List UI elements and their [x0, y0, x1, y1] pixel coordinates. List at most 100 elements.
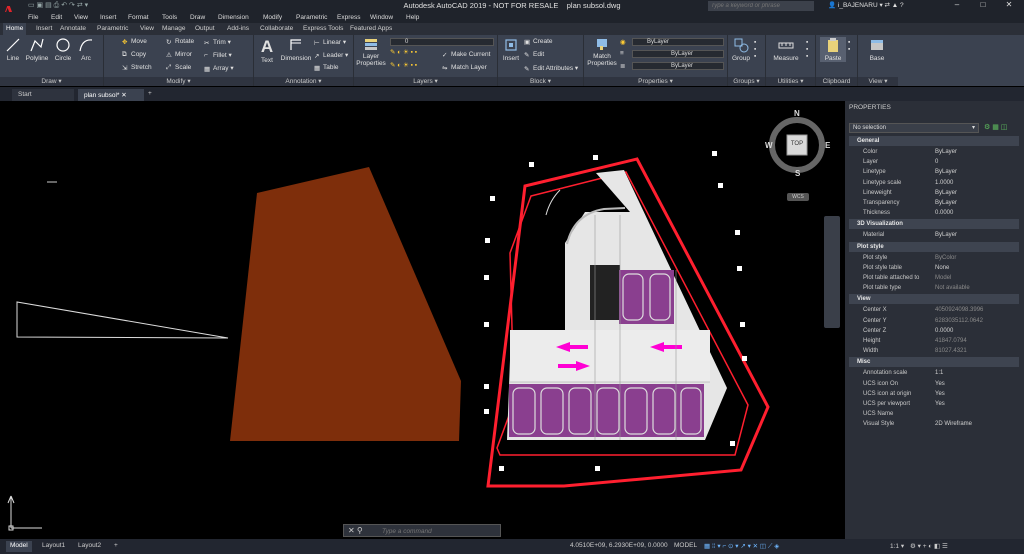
minimize-icon[interactable]: – [944, 0, 970, 12]
tab-featured-apps[interactable]: Featured Apps [350, 25, 392, 32]
property-row[interactable]: Material ByLayer [849, 230, 1019, 240]
tab-add-ins[interactable]: Add-ins [227, 25, 249, 32]
stretch-button[interactable]: ⇲ Stretch [122, 64, 152, 72]
clipboard-icons[interactable]: ▪ ▪ [848, 39, 850, 53]
menu-modify[interactable]: Modify [263, 14, 282, 21]
property-row[interactable]: Height 41847.0794 [849, 336, 1019, 346]
menu-view[interactable]: View [74, 14, 88, 21]
color-dropdown[interactable]: ByLayer [632, 38, 724, 46]
match-properties-button[interactable]: Match Properties [586, 37, 618, 67]
line-button[interactable]: Line [2, 37, 24, 62]
create-block-button[interactable]: ▣ Create [524, 38, 553, 46]
menu-dimension[interactable]: Dimension [218, 14, 249, 21]
tab-model[interactable]: Model [6, 541, 32, 552]
property-row[interactable]: Plot style table None [849, 263, 1019, 273]
property-row[interactable]: Transparency ByLayer [849, 198, 1019, 208]
property-row[interactable]: Width 81027.4321 [849, 346, 1019, 356]
tab-layout1[interactable]: Layout1 [38, 541, 69, 552]
layer-properties-button[interactable]: Layer Properties [356, 37, 386, 67]
viewcube-south[interactable]: S [795, 169, 800, 178]
wcs-menu[interactable]: WCS [787, 193, 809, 201]
property-row[interactable]: Center Z 0.0000 [849, 326, 1019, 336]
property-row[interactable]: Layer 0 [849, 157, 1019, 167]
tab-layout2[interactable]: Layout2 [74, 541, 105, 552]
quick-access-toolbar[interactable]: ▭ ▣ ▤ ⎙ ↶ ↷ ⇄ ▾ [28, 1, 88, 10]
tab-insert[interactable]: Insert [36, 25, 52, 32]
viewcube[interactable]: TOP N S E W [765, 109, 830, 178]
view-panel-title[interactable]: View ▾ [858, 77, 898, 86]
property-row[interactable]: Linetype scale 1.0000 [849, 178, 1019, 188]
paste-button[interactable]: Paste [820, 37, 846, 62]
viewcube-east[interactable]: E [825, 141, 830, 150]
property-row[interactable]: Lineweight ByLayer [849, 188, 1019, 198]
group-button[interactable]: Group [730, 37, 752, 62]
make-current-button[interactable]: ✓ Make Current [442, 51, 490, 59]
properties-panel-title[interactable]: Properties ▾ [584, 77, 727, 86]
drawing-canvas[interactable]: TOP N S E W WCS [0, 101, 845, 539]
model-space-button[interactable]: MODEL [670, 541, 701, 552]
menu-express[interactable]: Express [337, 14, 360, 21]
lineweight-dropdown[interactable]: ByLayer [632, 62, 724, 70]
menu-format[interactable]: Format [128, 14, 149, 21]
dimension-button[interactable]: Dimension [280, 37, 312, 62]
property-row[interactable]: Linetype ByLayer [849, 167, 1019, 177]
groups-panel-title[interactable]: Groups ▾ [728, 77, 765, 86]
menu-insert[interactable]: Insert [100, 14, 116, 21]
layer-tool-icons[interactable]: ✎ ◐ ☀ ▪ ▪ [390, 48, 417, 56]
polyline-button[interactable]: Polyline [24, 37, 50, 62]
section-general[interactable]: General [849, 136, 1019, 146]
annotation-panel-title[interactable]: Annotation ▾ [254, 77, 353, 86]
maximize-icon[interactable]: □ [970, 0, 996, 12]
property-row[interactable]: Plot table type Not available [849, 283, 1019, 293]
property-row[interactable]: Plot table attached to Model [849, 273, 1019, 283]
user-account[interactable]: 👤 i_BAJENARU ▾ ⇄ ▲ ? [828, 1, 904, 9]
scale-button[interactable]: ⤢ Scale [166, 64, 191, 71]
property-row[interactable]: Plot style ByColor [849, 253, 1019, 263]
property-row[interactable]: Color ByLayer [849, 147, 1019, 157]
close-tab-icon[interactable]: ✕ [121, 92, 126, 99]
menu-window[interactable]: Window [370, 14, 393, 21]
close-icon[interactable]: ✕ [996, 0, 1022, 12]
navigation-bar[interactable] [824, 216, 840, 328]
trim-button[interactable]: ✂ Trim ▾ [204, 38, 231, 47]
tab-view[interactable]: View [140, 25, 154, 32]
tab-collaborate[interactable]: Collaborate [260, 25, 293, 32]
menu-file[interactable]: File [28, 14, 38, 21]
tab-start[interactable]: Start [12, 89, 74, 101]
match-layer-button[interactable]: ⇋ Match Layer [442, 64, 487, 72]
menu-tools[interactable]: Tools [162, 14, 177, 21]
edit-attributes-button[interactable]: ✎ Edit Attributes ▾ [524, 64, 578, 73]
quick-select-icons[interactable]: ⚙ ▦ ◫ [984, 123, 1007, 131]
modify-panel-title[interactable]: Modify ▾ [104, 77, 253, 86]
viewcube-west[interactable]: W [765, 141, 773, 150]
add-layout-button[interactable]: + [110, 541, 122, 552]
close-command-icon[interactable]: ✕ ⚲ [348, 526, 363, 535]
viewcube-top[interactable]: TOP [789, 141, 805, 147]
property-row[interactable]: UCS icon at origin Yes [849, 389, 1019, 399]
drafting-toggles[interactable]: ▦ ⁞⁞ ▾ ⌐ ⊙ ▾ ↗ ▾ ✕ ◫ ⟋ ◈ [700, 541, 783, 552]
leader-button[interactable]: ↗ Leader ▾ [314, 51, 348, 60]
move-button[interactable]: ✥ Move [122, 38, 147, 46]
fillet-button[interactable]: ⌐ Fillet ▾ [204, 51, 232, 59]
menu-draw[interactable]: Draw [190, 14, 205, 21]
array-button[interactable]: ▦ Array ▾ [204, 64, 234, 73]
section-view[interactable]: View [849, 294, 1019, 305]
property-row[interactable]: Center X 4050924098.3996 [849, 305, 1019, 315]
tab-express-tools[interactable]: Express Tools [303, 25, 343, 32]
draw-panel-title[interactable]: Draw ▾ [0, 77, 103, 86]
viewcube-north[interactable]: N [794, 109, 800, 118]
new-tab-button[interactable]: + [146, 89, 158, 101]
menu-parametric[interactable]: Parametric [296, 14, 327, 21]
linear-button[interactable]: ⊢ Linear ▾ [314, 38, 346, 47]
tab-manage[interactable]: Manage [162, 25, 186, 32]
tab-annotate[interactable]: Annotate [60, 25, 86, 32]
block-panel-title[interactable]: Block ▾ [498, 77, 583, 86]
layers-panel-title[interactable]: Layers ▾ [354, 77, 497, 86]
search-input[interactable] [708, 1, 814, 11]
insert-button[interactable]: Insert [500, 37, 522, 62]
text-button[interactable]: A Text [256, 37, 278, 64]
mirror-button[interactable]: ⚠ Mirror [166, 51, 192, 59]
utilities-icons[interactable]: ▪ ▪ ▪ [806, 39, 808, 60]
layer-dropdown[interactable]: 0 [390, 38, 494, 46]
base-button[interactable]: Base [864, 37, 890, 62]
